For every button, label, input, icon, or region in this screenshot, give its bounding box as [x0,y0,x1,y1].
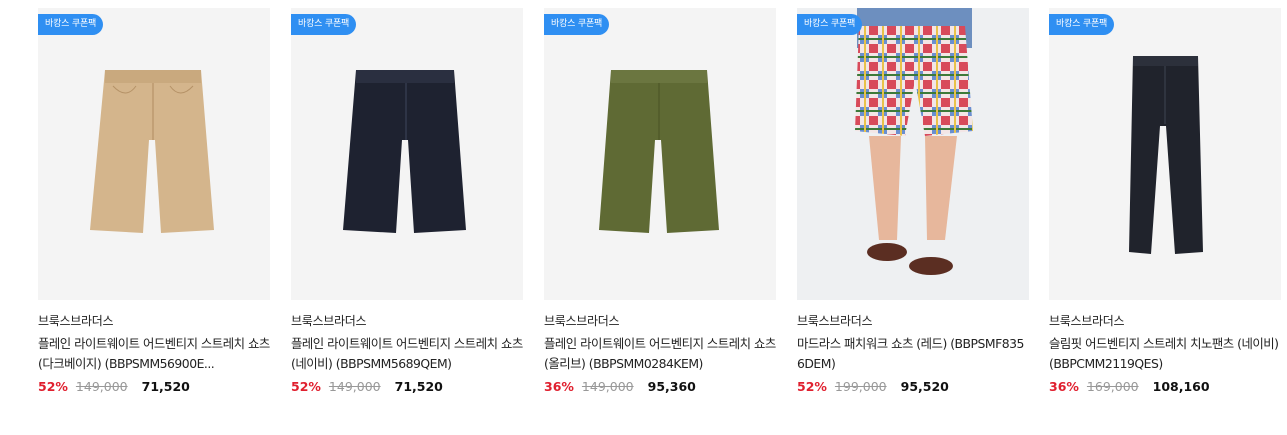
price-row: 36% 169,000 108,160 [1049,379,1281,394]
price-row: 52% 149,000 71,520 [291,379,523,394]
original-price: 149,000 [75,379,128,394]
sale-price: 71,520 [141,379,190,394]
brand-name[interactable]: 브룩스브라더스 [544,312,776,329]
brand-name[interactable]: 브룩스브라더스 [1049,312,1281,329]
discount-rate: 36% [1049,379,1079,394]
sale-price: 95,520 [900,379,949,394]
price-row: 36% 149,000 95,360 [544,379,776,394]
product-grid: 바캉스 쿠폰팩 브룩스브라더스 플레인 라이트웨이트 어드벤티지 스트레치 쇼츠… [38,8,1287,435]
product-image[interactable]: 바캉스 쿠폰팩 [1049,8,1281,300]
product-card[interactable]: 바캉스 쿠폰팩 브룩스브라더스 플레인 라이트웨이트 어드벤티지 스트레치 쇼츠… [291,8,523,394]
coupon-badge: 바캉스 쿠폰팩 [544,14,610,35]
original-price: 169,000 [1086,379,1139,394]
brand-name[interactable]: 브룩스브라더스 [38,312,270,329]
product-title[interactable]: 플레인 라이트웨이트 어드벤티지 스트레치 쇼츠 (올리브) (BBPSMM02… [544,334,776,374]
original-price: 199,000 [834,379,887,394]
coupon-badge: 바캉스 쿠폰팩 [291,14,357,35]
product-card[interactable]: 바캉스 쿠폰팩 브룩스브라더스 슬림핏 어드벤티지 스트레치 치노팬츠 (네이비… [1049,8,1281,394]
original-price: 149,000 [581,379,634,394]
product-title[interactable]: 플레인 라이트웨이트 어드벤티지 스트레치 쇼츠 (다크베이지) (BBPSMM… [38,334,270,374]
sale-price: 95,360 [647,379,696,394]
product-image[interactable]: 바캉스 쿠폰팩 [38,8,270,300]
discount-rate: 52% [291,379,321,394]
product-title[interactable]: 슬림핏 어드벤티지 스트레치 치노팬츠 (네이비) (BBPCMM2119QES… [1049,334,1281,374]
discount-rate: 52% [38,379,68,394]
product-image[interactable]: 바캉스 쿠폰팩 [797,8,1029,300]
brand-name[interactable]: 브룩스브라더스 [797,312,1029,329]
brand-name[interactable]: 브룩스브라더스 [291,312,523,329]
coupon-badge: 바캉스 쿠폰팩 [1049,14,1115,35]
product-image[interactable]: 바캉스 쿠폰팩 [291,8,523,300]
product-card[interactable]: 바캉스 쿠폰팩 브룩스브라더스 플레인 라이트웨이트 어드벤티지 스트레치 쇼츠… [38,8,270,394]
price-row: 52% 149,000 71,520 [38,379,270,394]
coupon-badge: 바캉스 쿠폰팩 [38,14,104,35]
original-price: 149,000 [328,379,381,394]
product-card[interactable]: 바캉스 쿠폰팩 브룩스브라더스 플레인 라이트웨이트 어드벤티지 스트레치 쇼츠… [544,8,776,394]
sale-price: 108,160 [1152,379,1210,394]
discount-rate: 52% [797,379,827,394]
coupon-badge: 바캉스 쿠폰팩 [797,14,863,35]
product-card[interactable]: 바캉스 쿠폰팩 브룩스브라더스 마드라스 패치워크 쇼츠 (레드) (BBPSM… [797,8,1029,394]
price-row: 52% 199,000 95,520 [797,379,1029,394]
product-image[interactable]: 바캉스 쿠폰팩 [544,8,776,300]
discount-rate: 36% [544,379,574,394]
product-title[interactable]: 플레인 라이트웨이트 어드벤티지 스트레치 쇼츠 (네이비) (BBPSMM56… [291,334,523,374]
sale-price: 71,520 [394,379,443,394]
product-title[interactable]: 마드라스 패치워크 쇼츠 (레드) (BBPSMF8356DEM) [797,334,1029,374]
